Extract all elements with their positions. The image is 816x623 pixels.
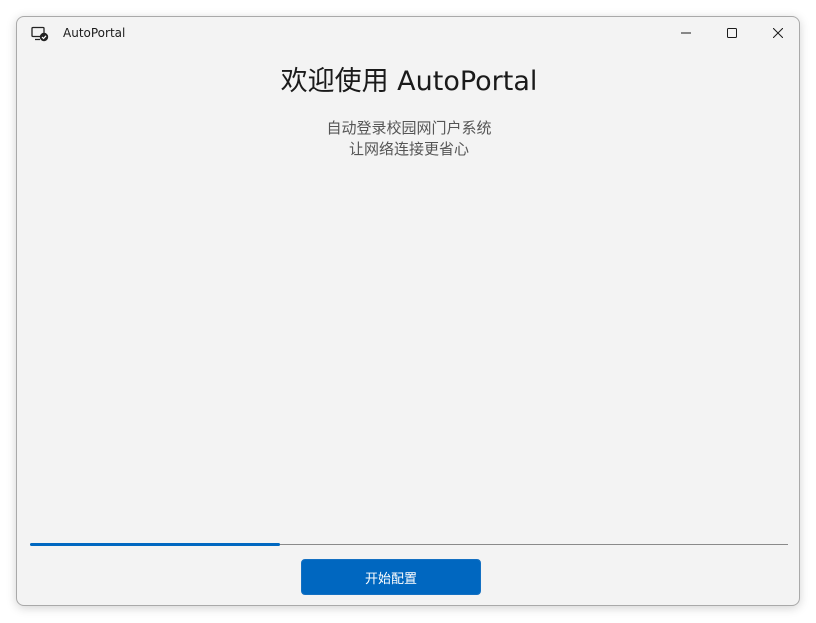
app-window: AutoPortal 欢迎使用 AutoPortal 自动登录校园网门户系统 让… bbox=[16, 16, 800, 606]
subtitle-line-2: 让网络连接更省心 bbox=[348, 140, 469, 158]
progress-bar bbox=[30, 543, 280, 546]
subtitle-line-1: 自动登录校园网门户系统 bbox=[326, 119, 492, 137]
welcome-heading: 欢迎使用 AutoPortal bbox=[280, 66, 538, 97]
start-setup-button[interactable]: 开始配置 bbox=[301, 559, 481, 595]
maximize-icon bbox=[727, 28, 737, 38]
window-title: AutoPortal bbox=[63, 26, 126, 40]
minimize-button[interactable] bbox=[663, 17, 709, 49]
minimize-icon bbox=[681, 28, 691, 38]
monitor-check-icon bbox=[31, 26, 49, 42]
close-button[interactable] bbox=[755, 17, 799, 49]
close-icon bbox=[773, 28, 783, 38]
maximize-button[interactable] bbox=[709, 17, 755, 49]
title-bar[interactable]: AutoPortal bbox=[17, 17, 799, 49]
